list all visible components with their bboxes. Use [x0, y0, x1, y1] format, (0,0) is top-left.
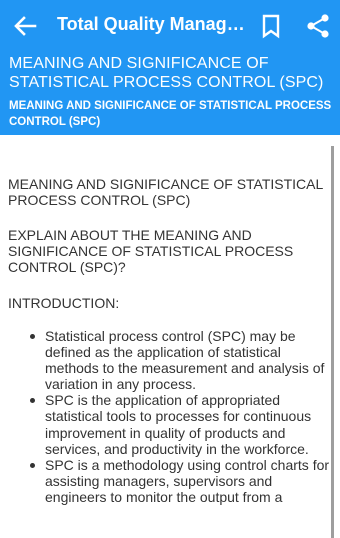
- app-bar: Total Quality Management: [0, 0, 340, 51]
- intro-label: INTRODUCTION:: [8, 295, 120, 311]
- article-title: MEANING AND SIGNIFICANCE OF STATISTICAL …: [9, 55, 324, 91]
- article-content[interactable]: MEANING AND SIGNIFICANCE OF STATISTICAL …: [0, 135, 340, 538]
- share-icon[interactable]: [304, 12, 332, 40]
- bullet-list: Statistical process control (SPC) may be…: [26, 328, 331, 505]
- article-subtitle: MEANING AND SIGNIFICANCE OF STATISTICAL …: [9, 100, 332, 128]
- bookmark-icon[interactable]: [258, 12, 284, 40]
- app-title: Total Quality Management: [57, 14, 245, 34]
- arrow-back-icon[interactable]: [10, 12, 40, 40]
- list-item: SPC is a methodology using control chart…: [26, 457, 331, 505]
- content-heading: MEANING AND SIGNIFICANCE OF STATISTICAL …: [8, 176, 323, 208]
- scrollbar[interactable]: [331, 146, 334, 538]
- list-item: Statistical process control (SPC) may be…: [26, 328, 331, 392]
- list-item: SPC is the application of appropriated s…: [26, 392, 331, 457]
- content-question: EXPLAIN ABOUT THE MEANING AND SIGNIFICAN…: [8, 227, 294, 275]
- article-header: MEANING AND SIGNIFICANCE OF STATISTICAL …: [0, 51, 340, 135]
